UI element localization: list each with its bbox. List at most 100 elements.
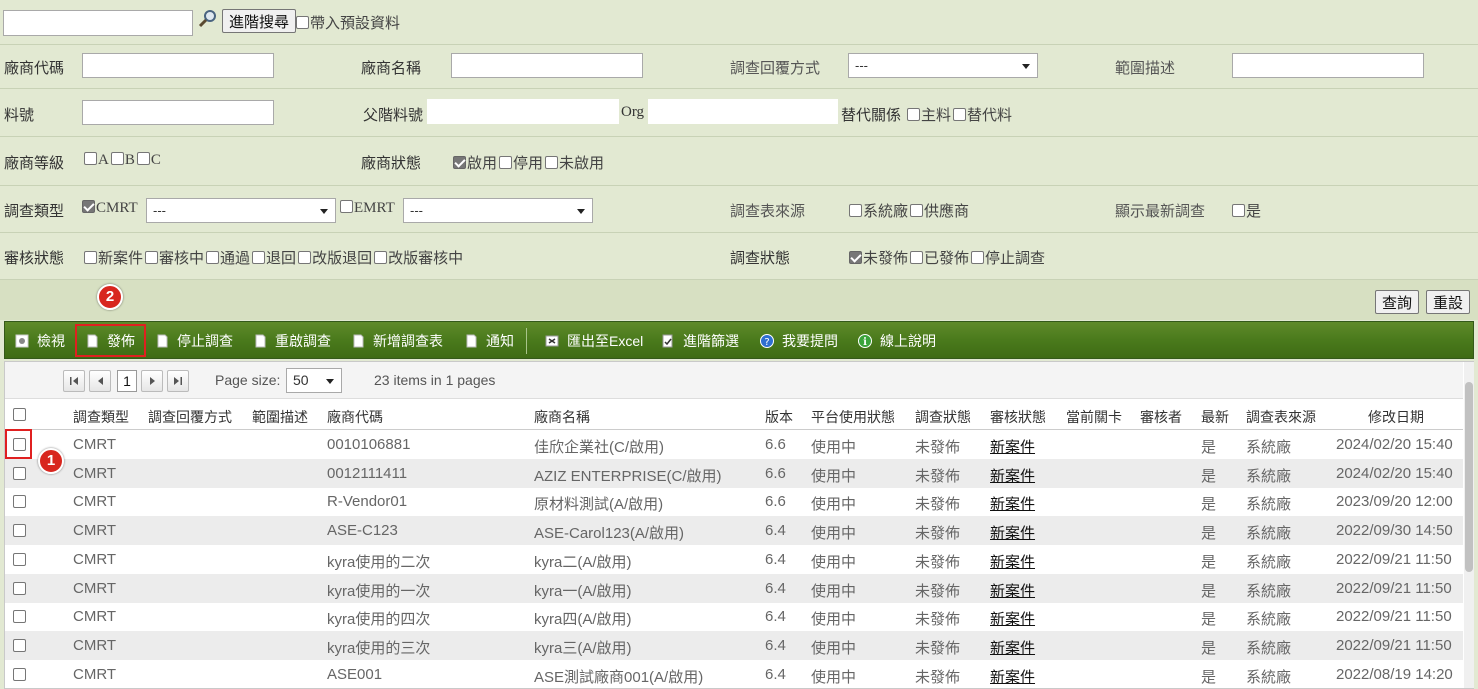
status-enabled-checkbox[interactable] <box>453 156 466 169</box>
cell-review-status[interactable]: 新案件 <box>990 436 1035 457</box>
status-inactive-checkbox[interactable] <box>545 156 559 169</box>
cell-review-status[interactable]: 新案件 <box>990 637 1035 658</box>
toolbar-restart-survey[interactable]: 重啟調查 <box>253 331 331 351</box>
review-pass-checkbox[interactable] <box>206 251 220 264</box>
source-supplier-option[interactable]: 供應商 <box>910 203 969 220</box>
cmrt-select[interactable]: --- <box>146 198 336 223</box>
source-system-option[interactable]: 系統廠 <box>849 203 908 220</box>
row-checkbox[interactable] <box>13 581 26 595</box>
toolbar-ask-question[interactable]: ? 我要提問 <box>760 331 838 351</box>
table-row[interactable]: CMRT R-Vendor01 原材料測試(A/啟用) 6.6 使用中 未發佈 新案件 是 系統… <box>5 487 1463 516</box>
row-checkbox[interactable] <box>13 552 26 566</box>
alt-main-option[interactable]: 主料 <box>907 107 951 124</box>
cell-review-status[interactable]: 新案件 <box>990 666 1035 687</box>
scope-input[interactable] <box>1232 53 1424 78</box>
prev-page-button[interactable] <box>89 370 111 392</box>
grade-c-checkbox[interactable] <box>136 152 150 165</box>
grade-c-option[interactable]: C <box>136 152 161 168</box>
table-row[interactable]: CMRT ASE-C123 ASE-Carol123(A/啟用) 6.4 使用中 未發佈 新… <box>5 516 1463 546</box>
status-stopped-option[interactable]: 停止調查 <box>971 250 1045 267</box>
row-checkbox[interactable] <box>13 638 26 652</box>
review-return-option[interactable]: 退回 <box>252 250 296 267</box>
emrt-option[interactable]: EMRT <box>340 200 395 217</box>
status-inactive-option[interactable]: 未啟用 <box>545 155 604 172</box>
status-published-checkbox[interactable] <box>910 251 924 264</box>
col-survey-source[interactable]: 調查表來源 <box>1246 407 1316 427</box>
col-latest[interactable]: 最新 <box>1201 407 1229 427</box>
status-stopped-checkbox[interactable] <box>971 251 985 264</box>
table-row[interactable]: CMRT kyra使用的三次 kyra三(A/啟用) 6.4 使用中 未發佈 新案件 是 系統廠… <box>5 630 1463 660</box>
col-survey-status[interactable]: 調查狀態 <box>915 407 971 427</box>
show-latest-option[interactable]: 是 <box>1232 200 1261 221</box>
reset-button[interactable]: 重設 <box>1426 290 1471 314</box>
table-row[interactable]: CMRT kyra使用的一次 kyra一(A/啟用) 6.4 使用中 未發佈 新案件 是 系統廠… <box>5 573 1463 603</box>
toolbar-stop-survey[interactable]: 停止調查 <box>155 331 233 351</box>
grade-b-checkbox[interactable] <box>110 152 124 165</box>
grade-a-option[interactable]: A <box>84 152 109 168</box>
cell-review-status[interactable]: 新案件 <box>990 580 1035 601</box>
cmrt-option[interactable]: CMRT <box>82 200 138 217</box>
toolbar-add-survey[interactable]: 新增調查表 <box>351 331 443 351</box>
last-page-button[interactable] <box>167 370 189 392</box>
col-current-stage[interactable]: 當前關卡 <box>1066 407 1122 427</box>
parent-part-no-input[interactable] <box>427 99 619 124</box>
review-pass-option[interactable]: 通過 <box>206 250 250 267</box>
status-enabled-option[interactable]: 啟用 <box>453 155 497 172</box>
toolbar-export-excel[interactable]: 匯出至Excel <box>545 331 643 351</box>
search-icon[interactable] <box>198 8 218 28</box>
cell-review-status[interactable]: 新案件 <box>990 551 1035 572</box>
select-all-checkbox[interactable] <box>13 408 26 421</box>
col-version[interactable]: 版本 <box>765 407 793 427</box>
table-row[interactable]: CMRT 0010106881 佳欣企業社(C/啟用) 6.6 使用中 未發佈 新案件 是 系統… <box>5 430 1463 459</box>
col-vendor-name[interactable]: 廠商名稱 <box>534 407 590 427</box>
source-system-checkbox[interactable] <box>849 204 862 217</box>
scrollbar-thumb[interactable] <box>1465 382 1473 572</box>
table-row[interactable]: CMRT 0012111411 AZIZ ENTERPRISE(C/啟用) 6.6 使用… <box>5 458 1463 488</box>
review-rev-return-checkbox[interactable] <box>298 251 312 264</box>
emrt-select[interactable]: --- <box>403 198 593 223</box>
review-new-checkbox[interactable] <box>84 251 97 264</box>
table-row[interactable]: CMRT ASE001 ASE測試廠商001(A/啟用) 6.4 使用中 未發佈 新案件 是 系… <box>5 660 1463 689</box>
col-vendor-code[interactable]: 廠商代碼 <box>327 407 383 427</box>
current-page[interactable]: 1 <box>117 370 137 392</box>
col-survey-type[interactable]: 調查類型 <box>73 407 129 427</box>
review-pending-option[interactable]: 審核中 <box>145 250 204 267</box>
alt-sub-checkbox[interactable] <box>953 108 967 121</box>
first-page-button[interactable] <box>63 370 85 392</box>
source-supplier-checkbox[interactable] <box>910 204 924 217</box>
grade-a-checkbox[interactable] <box>84 152 97 165</box>
review-rev-return-option[interactable]: 改版退回 <box>298 250 372 267</box>
show-latest-checkbox[interactable] <box>1232 204 1245 217</box>
review-new-option[interactable]: 新案件 <box>84 250 143 267</box>
vendor-name-input[interactable] <box>451 53 643 78</box>
col-platform-status[interactable]: 平台使用狀態 <box>811 407 895 427</box>
page-size-select[interactable]: 50 <box>286 368 342 393</box>
cell-review-status[interactable]: 新案件 <box>990 465 1035 486</box>
toolbar-advanced-filter[interactable]: 進階篩選 <box>661 331 739 351</box>
next-page-button[interactable] <box>141 370 163 392</box>
cell-review-status[interactable]: 新案件 <box>990 522 1035 543</box>
row-checkbox[interactable] <box>13 495 26 509</box>
col-reviewer[interactable]: 審核者 <box>1140 407 1182 427</box>
status-disabled-checkbox[interactable] <box>499 156 513 169</box>
row-checkbox[interactable] <box>13 667 26 681</box>
query-button[interactable]: 查詢 <box>1375 290 1420 314</box>
row-checkbox[interactable] <box>13 610 26 624</box>
table-row[interactable]: CMRT kyra使用的四次 kyra四(A/啟用) 6.4 使用中 未發佈 新案件 是 系統廠… <box>5 602 1463 631</box>
toolbar-notify[interactable]: 通知 <box>464 331 514 351</box>
status-published-option[interactable]: 已發佈 <box>910 250 969 267</box>
org-input[interactable] <box>648 99 838 124</box>
status-unpublished-checkbox[interactable] <box>849 251 862 264</box>
default-data-option[interactable]: 帶入預設資料 <box>296 12 400 33</box>
toolbar-view[interactable]: 檢視 <box>15 331 65 351</box>
status-disabled-option[interactable]: 停用 <box>499 155 543 172</box>
toolbar-online-help[interactable]: i 線上說明 <box>858 331 936 351</box>
col-reply-method[interactable]: 調查回覆方式 <box>148 407 232 427</box>
grade-b-option[interactable]: B <box>110 152 135 168</box>
default-data-checkbox[interactable] <box>296 16 309 29</box>
quick-search-input[interactable] <box>3 10 193 36</box>
review-pending-checkbox[interactable] <box>145 251 159 264</box>
alt-sub-option[interactable]: 替代料 <box>953 107 1012 124</box>
col-review-status[interactable]: 審核狀態 <box>990 407 1046 427</box>
table-row[interactable]: CMRT kyra使用的二次 kyra二(A/啟用) 6.4 使用中 未發佈 新案件 是 系統廠… <box>5 545 1463 574</box>
